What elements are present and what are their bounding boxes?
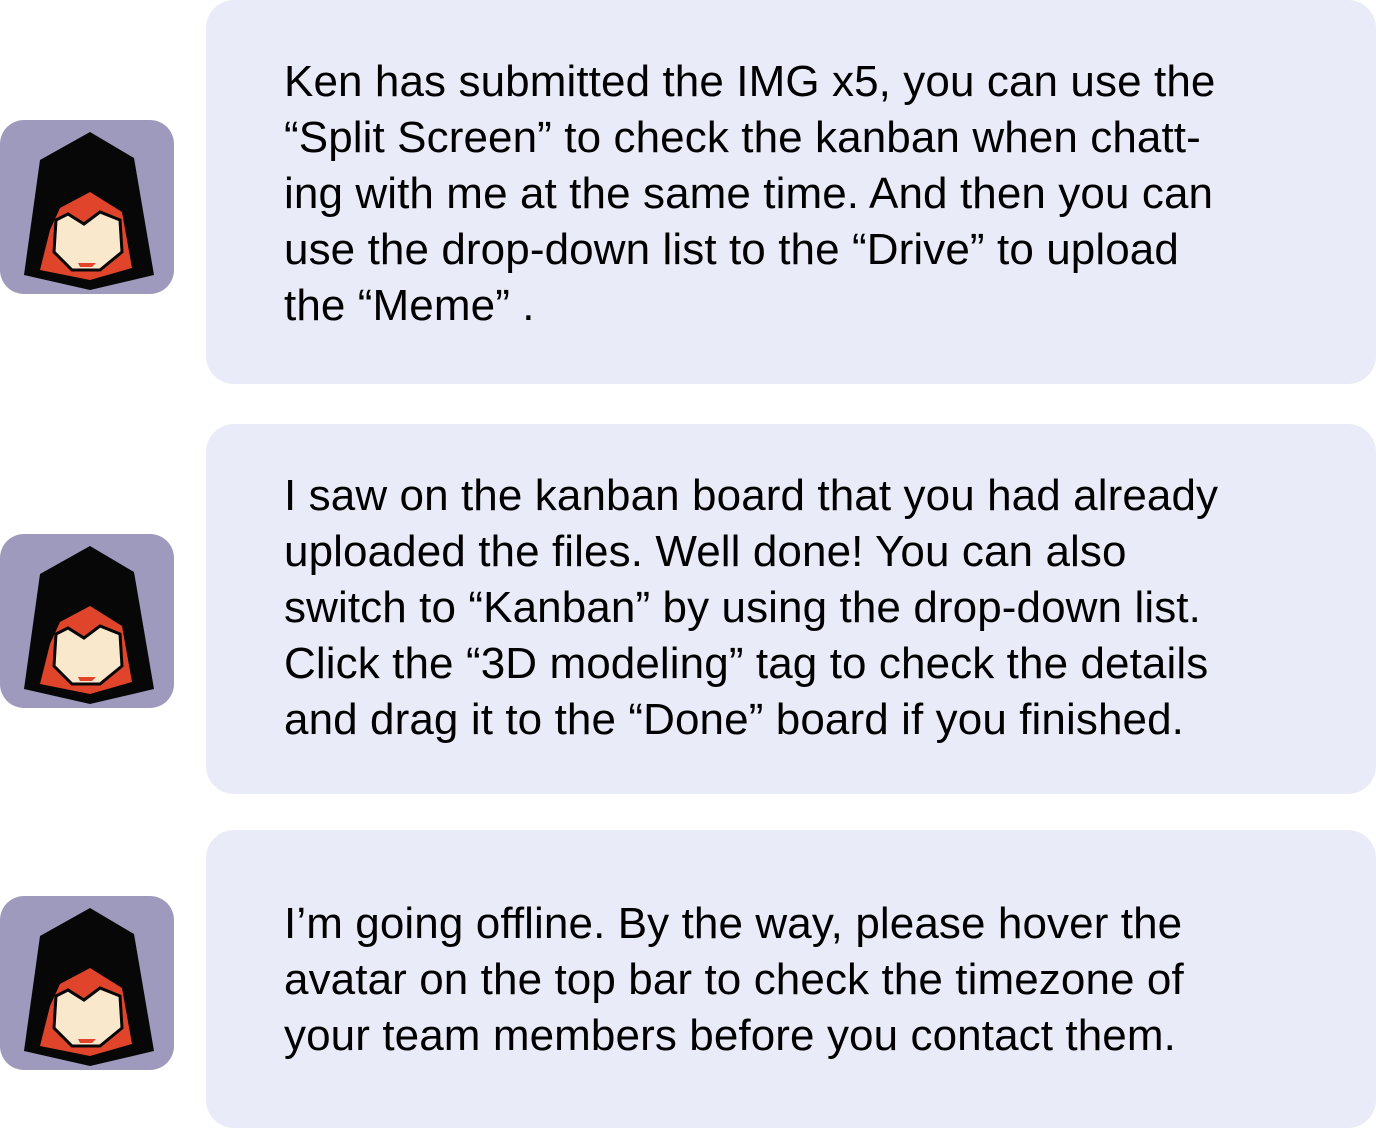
bot-avatar[interactable] bbox=[0, 896, 174, 1070]
message-text: Ken has submitted the IMG x5, you can us… bbox=[284, 54, 1334, 334]
message-text: I’m going offline. By the way, please ho… bbox=[284, 896, 1334, 1064]
message-line: use the drop-down list to the “Drive” to… bbox=[284, 225, 1179, 274]
message-bubble: I’m going offline. By the way, please ho… bbox=[206, 830, 1376, 1128]
message-line: uploaded the files. Well done! You can a… bbox=[284, 527, 1127, 576]
message-line: “Split Screen” to check the kanban when … bbox=[284, 113, 1201, 162]
bot-avatar[interactable] bbox=[0, 120, 174, 294]
message-line: I’m going offline. By the way, please ho… bbox=[284, 899, 1183, 948]
message-bubble: I saw on the kanban board that you had a… bbox=[206, 424, 1376, 794]
hooded-assassin-avatar-icon bbox=[24, 132, 154, 290]
hooded-assassin-avatar-icon bbox=[24, 908, 154, 1066]
message-line: ing with me at the same time. And then y… bbox=[284, 169, 1214, 218]
chat-message-2: I saw on the kanban board that you had a… bbox=[0, 424, 1376, 794]
message-line: switch to “Kanban” by using the drop-dow… bbox=[284, 583, 1201, 632]
message-line: Ken has submitted the IMG x5, you can us… bbox=[284, 57, 1216, 106]
message-line: your team members before you contact the… bbox=[284, 1011, 1176, 1060]
message-line: Click the “3D modeling” tag to check the… bbox=[284, 639, 1209, 688]
message-line: the “Meme” . bbox=[284, 281, 535, 330]
hooded-assassin-avatar-icon bbox=[24, 546, 154, 704]
message-bubble: Ken has submitted the IMG x5, you can us… bbox=[206, 0, 1376, 384]
message-line: and drag it to the “Done” board if you f… bbox=[284, 695, 1185, 744]
chat-message-3: I’m going offline. By the way, please ho… bbox=[0, 830, 1376, 1128]
message-line: avatar on the top bar to check the timez… bbox=[284, 955, 1184, 1004]
message-line: I saw on the kanban board that you had a… bbox=[284, 471, 1219, 520]
message-text: I saw on the kanban board that you had a… bbox=[284, 468, 1334, 748]
chat-message-1: Ken has submitted the IMG x5, you can us… bbox=[0, 0, 1376, 384]
bot-avatar[interactable] bbox=[0, 534, 174, 708]
